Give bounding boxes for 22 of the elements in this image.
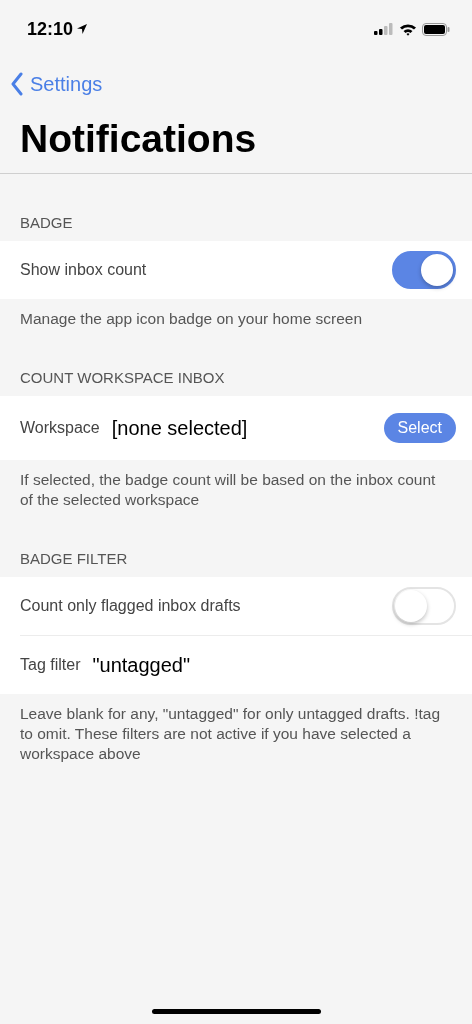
section-footer: Leave blank for any, "untagged" for only untagged drafts. !tag to omit. These filters are not active if you have selected a workspace above	[20, 694, 452, 764]
section-footer: If selected, the badge count will be based on the inbox count of the selected workspace	[20, 460, 452, 510]
wifi-icon	[399, 22, 417, 36]
toggle-switch[interactable]	[392, 251, 456, 289]
row-label: Workspace	[20, 419, 100, 437]
section-header: COUNT WORKSPACE INBOX	[20, 368, 225, 388]
back-chevron-icon	[10, 72, 24, 96]
section-header: BADGE FILTER	[20, 549, 128, 569]
status-time: 12:10	[27, 18, 74, 40]
row-label: Tag filter	[20, 656, 81, 674]
select-button[interactable]: Select	[383, 413, 456, 443]
signal-icon	[374, 23, 394, 35]
back-button[interactable]: Settings	[10, 70, 103, 98]
row-value: [none selected]	[111, 416, 248, 440]
row-label: Count only flagged inbox drafts	[20, 597, 241, 615]
row-label: Show inbox count	[20, 261, 147, 279]
section-header: BADGE	[20, 213, 73, 233]
location-arrow-icon	[76, 23, 89, 35]
row-value: "untagged"	[92, 653, 191, 677]
section-footer: Manage the app icon badge on your home screen	[20, 299, 452, 329]
page-title: Notifications	[20, 116, 257, 162]
battery-icon	[422, 22, 450, 36]
